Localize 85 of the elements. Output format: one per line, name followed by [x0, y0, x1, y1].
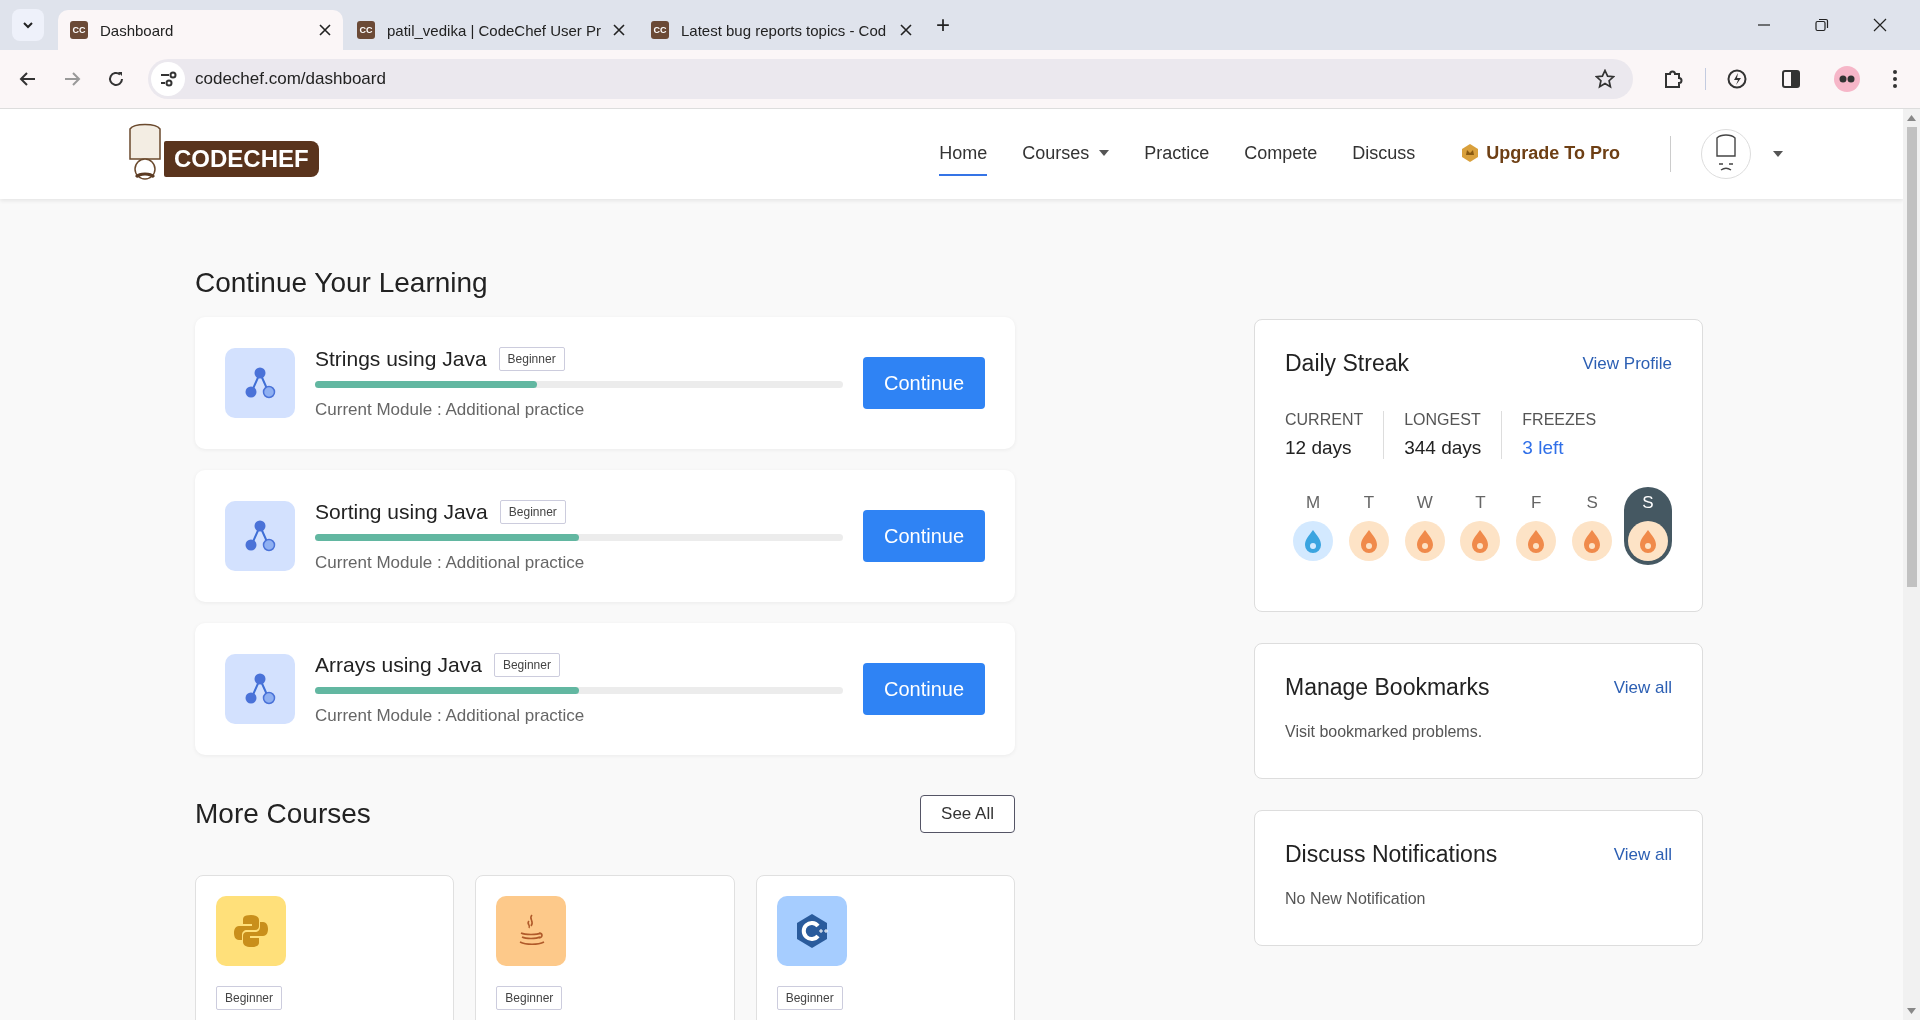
user-avatar[interactable] — [1701, 129, 1751, 179]
current-module: Current Module : Additional practice — [315, 399, 586, 420]
close-icon[interactable] — [1873, 18, 1887, 32]
coffee-cup-icon — [496, 896, 567, 966]
card-text: No New Notification — [1285, 890, 1427, 908]
level-tag: Beginner — [493, 652, 560, 677]
view-profile-link[interactable]: View Profile — [1582, 353, 1672, 374]
nav-link[interactable]: Compete — [1244, 132, 1318, 176]
course-card[interactable]: Beginner — [755, 875, 1015, 1020]
upgrade-link[interactable]: Upgrade To Pro — [1460, 132, 1620, 176]
section-heading: More Courses — [195, 798, 371, 830]
level-tag: Beginner — [498, 346, 565, 371]
caret-icon[interactable] — [1773, 151, 1783, 157]
back-icon[interactable] — [19, 70, 37, 88]
current-module: Current Module : Additional practice — [315, 705, 586, 726]
browser-tab[interactable]: CC patil_vedika | CodeChef User Pr — [345, 10, 637, 50]
browser-tab[interactable]: CC Dashboard — [58, 10, 343, 50]
scroll-down-icon[interactable] — [1907, 1008, 1916, 1014]
continue-button[interactable]: Continue — [863, 510, 985, 562]
card-title: Manage Bookmarks — [1285, 674, 1490, 701]
level-tag: Beginner — [216, 986, 283, 1010]
favicon-icon: CC — [357, 21, 375, 39]
favicon-icon: CC — [651, 21, 669, 39]
codechef-logo[interactable]: CODECHEF — [122, 123, 319, 185]
weekday-label: T — [1363, 493, 1374, 513]
weekday-label: S — [1642, 493, 1654, 513]
view-all-link[interactable]: View all — [1613, 844, 1672, 865]
stat-label: CURRENT — [1285, 411, 1364, 429]
profile-avatar-icon[interactable] — [1834, 66, 1860, 92]
course-card[interactable]: Beginner — [195, 875, 455, 1020]
freezes-link[interactable]: 3 left — [1522, 437, 1597, 459]
weekday-label: W — [1416, 493, 1433, 513]
level-tag: Beginner — [499, 499, 566, 524]
restore-icon[interactable] — [1815, 18, 1829, 32]
new-tab-button[interactable]: + — [926, 11, 960, 39]
scroll-up-icon[interactable] — [1907, 115, 1916, 121]
card-title: Daily Streak — [1285, 350, 1409, 377]
graph-icon — [225, 348, 295, 418]
caret-icon — [1099, 150, 1110, 156]
weekday-label: F — [1531, 493, 1542, 513]
snake-logo-icon — [216, 896, 286, 966]
graph-icon — [225, 501, 295, 571]
extensions-icon[interactable] — [1663, 68, 1685, 90]
favicon-icon: CC — [70, 21, 88, 39]
course-card[interactable]: Beginner — [475, 875, 735, 1020]
menu-icon[interactable] — [1892, 69, 1898, 89]
stat-label: LONGEST — [1404, 411, 1482, 429]
section-heading: Continue Your Learning — [195, 267, 489, 299]
nav-link[interactable]: Courses — [1022, 132, 1110, 176]
course-title[interactable]: Arrays using Java — [315, 652, 482, 677]
level-tag: Beginner — [496, 986, 563, 1010]
browser-tab[interactable]: CC Latest bug reports topics - Cod — [639, 10, 924, 50]
close-icon[interactable] — [613, 24, 625, 36]
level-tag: Beginner — [776, 986, 843, 1010]
crown-badge-icon — [1460, 143, 1481, 163]
nav-link[interactable]: Discuss — [1352, 132, 1416, 176]
nav-link[interactable]: Practice — [1144, 132, 1210, 176]
view-all-link[interactable]: View all — [1613, 677, 1672, 698]
see-all-button[interactable]: See All — [920, 795, 1015, 833]
card-title: Discuss Notifications — [1285, 841, 1498, 868]
reload-icon[interactable] — [107, 70, 125, 88]
weekday-label: M — [1305, 493, 1321, 513]
close-icon[interactable] — [319, 24, 331, 36]
weekday-label: T — [1475, 493, 1486, 513]
weekday-label: S — [1586, 493, 1598, 513]
stat-value: 12 days — [1285, 437, 1353, 459]
continue-button[interactable]: Continue — [863, 357, 985, 409]
bolt-icon[interactable] — [1726, 68, 1748, 90]
site-settings-icon[interactable] — [151, 62, 185, 96]
scrollbar[interactable] — [1903, 109, 1920, 1020]
stat-value: 344 days — [1404, 437, 1482, 459]
address-bar[interactable]: codechef.com/dashboard — [148, 59, 1633, 99]
bookmark-star-icon[interactable] — [1595, 69, 1615, 89]
tab-list-button[interactable] — [12, 9, 44, 41]
forward-icon[interactable] — [63, 70, 81, 88]
graph-icon — [225, 654, 295, 724]
nav-link[interactable]: Home — [939, 132, 988, 176]
close-icon[interactable] — [900, 24, 912, 36]
side-panel-icon[interactable] — [1780, 68, 1802, 90]
course-title[interactable]: Strings using Java — [315, 346, 487, 371]
course-title[interactable]: Sorting using Java — [315, 499, 488, 524]
card-text: Visit bookmarked problems. — [1285, 723, 1484, 741]
stat-label: FREEZES — [1522, 411, 1597, 429]
continue-button[interactable]: Continue — [863, 663, 985, 715]
current-module: Current Module : Additional practice — [315, 552, 586, 573]
